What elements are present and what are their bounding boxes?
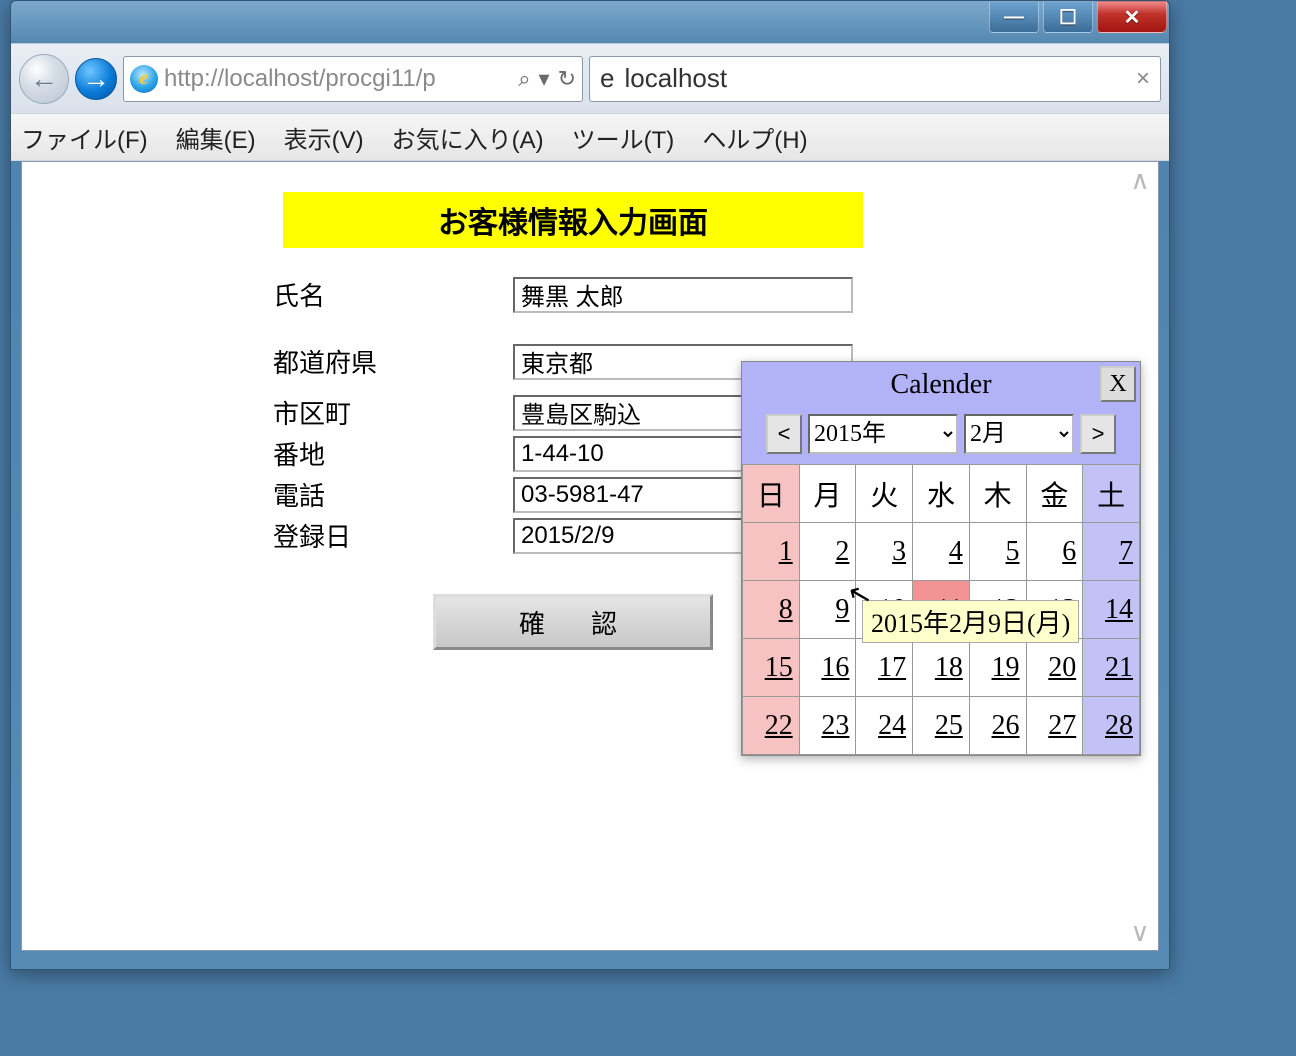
calendar-day-27[interactable]: 27: [1026, 697, 1083, 755]
scroll-up-button[interactable]: ∧: [1126, 166, 1154, 194]
dow-sat: 土: [1083, 465, 1140, 523]
calendar-month-select[interactable]: 2月: [964, 414, 1074, 454]
ie-icon: e: [130, 65, 158, 93]
url-text: http://localhost/procgi11/p: [164, 65, 512, 93]
menu-view[interactable]: 表示(V): [284, 120, 364, 155]
calendar-day-22[interactable]: 22: [743, 697, 800, 755]
calendar-day-25[interactable]: 25: [913, 697, 970, 755]
input-name[interactable]: [513, 277, 853, 313]
dropdown-icon[interactable]: ▾: [539, 66, 550, 92]
window-minimize-button[interactable]: —: [989, 1, 1039, 33]
label-prefecture: 都道府県: [273, 343, 513, 380]
label-city: 市区町: [273, 394, 513, 431]
search-icon[interactable]: ⌕: [518, 66, 530, 92]
browser-window: — ☐ ✕ ← → e http://localhost/procgi11/p …: [10, 0, 1170, 970]
titlebar: — ☐ ✕: [11, 1, 1169, 43]
dow-wed: 水: [913, 465, 970, 523]
calendar-day-5[interactable]: 5: [969, 523, 1026, 581]
calendar-day-19[interactable]: 19: [969, 639, 1026, 697]
label-name: 氏名: [273, 276, 513, 313]
calendar-day-3[interactable]: 3: [856, 523, 913, 581]
calendar-day-16[interactable]: 16: [799, 639, 856, 697]
calendar-day-18[interactable]: 18: [913, 639, 970, 697]
calendar-nav: < 2015年 2月 >: [742, 408, 1140, 464]
calendar-day-1[interactable]: 1: [743, 523, 800, 581]
calendar-day-9[interactable]: 9: [799, 581, 856, 639]
window-maximize-button[interactable]: ☐: [1043, 1, 1093, 33]
refresh-icon[interactable]: ↻: [558, 66, 576, 92]
menu-file[interactable]: ファイル(F): [21, 120, 148, 155]
calendar-day-26[interactable]: 26: [969, 697, 1026, 755]
calendar-tooltip: 2015年2月9日(月): [862, 600, 1079, 643]
window-close-button[interactable]: ✕: [1097, 1, 1167, 33]
calendar-day-17[interactable]: 17: [856, 639, 913, 697]
calendar-popup: Calender X < 2015年 2月 > 日 月 火 水 木 金: [741, 361, 1141, 756]
ie-icon: e: [600, 63, 614, 94]
calendar-day-24[interactable]: 24: [856, 697, 913, 755]
tab-title: localhost: [624, 63, 727, 94]
tab-close-button[interactable]: ×: [1136, 65, 1150, 93]
calendar-day-20[interactable]: 20: [1026, 639, 1083, 697]
dow-mon: 月: [799, 465, 856, 523]
calendar-title: Calender: [890, 369, 991, 401]
address-bar[interactable]: e http://localhost/procgi11/p ⌕ ▾ ↻: [123, 56, 583, 102]
menu-edit[interactable]: 編集(E): [176, 120, 256, 155]
label-phone: 電話: [273, 476, 513, 513]
calendar-prev-button[interactable]: <: [766, 414, 802, 454]
browser-tab[interactable]: e localhost ×: [589, 56, 1161, 102]
navigation-row: ← → e http://localhost/procgi11/p ⌕ ▾ ↻ …: [11, 43, 1169, 113]
menu-tools[interactable]: ツール(T): [572, 120, 675, 155]
calendar-day-14[interactable]: 14: [1083, 581, 1140, 639]
calendar-day-4[interactable]: 4: [913, 523, 970, 581]
menu-help[interactable]: ヘルプ(H): [702, 120, 807, 155]
calendar-next-button[interactable]: >: [1080, 414, 1116, 454]
page-title: お客様情報入力画面: [283, 192, 863, 248]
calendar-year-select[interactable]: 2015年: [808, 414, 958, 454]
calendar-day-23[interactable]: 23: [799, 697, 856, 755]
calendar-day-6[interactable]: 6: [1026, 523, 1083, 581]
dow-sun: 日: [743, 465, 800, 523]
calendar-day-8[interactable]: 8: [743, 581, 800, 639]
nav-forward-button[interactable]: →: [75, 58, 117, 100]
calendar-day-2[interactable]: 2: [799, 523, 856, 581]
label-address: 番地: [273, 435, 513, 472]
calendar-close-button[interactable]: X: [1100, 366, 1136, 402]
calendar-day-7[interactable]: 7: [1083, 523, 1140, 581]
nav-back-button[interactable]: ←: [19, 54, 69, 104]
calendar-day-21[interactable]: 21: [1083, 639, 1140, 697]
minimize-icon: —: [1004, 6, 1024, 29]
dow-thu: 木: [969, 465, 1026, 523]
calendar-day-15[interactable]: 15: [743, 639, 800, 697]
confirm-button[interactable]: 確 認: [433, 594, 713, 650]
menu-favorites[interactable]: お気に入り(A): [392, 120, 544, 155]
arrow-left-icon: ←: [30, 65, 58, 93]
label-regdate: 登録日: [273, 517, 513, 554]
scroll-down-button[interactable]: ∨: [1126, 918, 1154, 946]
close-icon: ✕: [1124, 5, 1141, 30]
arrow-right-icon: →: [82, 65, 110, 93]
calendar-header: Calender X: [742, 362, 1140, 408]
dow-fri: 金: [1026, 465, 1083, 523]
maximize-icon: ☐: [1059, 5, 1077, 30]
menu-bar: ファイル(F) 編集(E) 表示(V) お気に入り(A) ツール(T) ヘルプ(…: [11, 113, 1169, 161]
address-icons: ⌕ ▾ ↻: [518, 66, 576, 92]
calendar-day-28[interactable]: 28: [1083, 697, 1140, 755]
dow-tue: 火: [856, 465, 913, 523]
